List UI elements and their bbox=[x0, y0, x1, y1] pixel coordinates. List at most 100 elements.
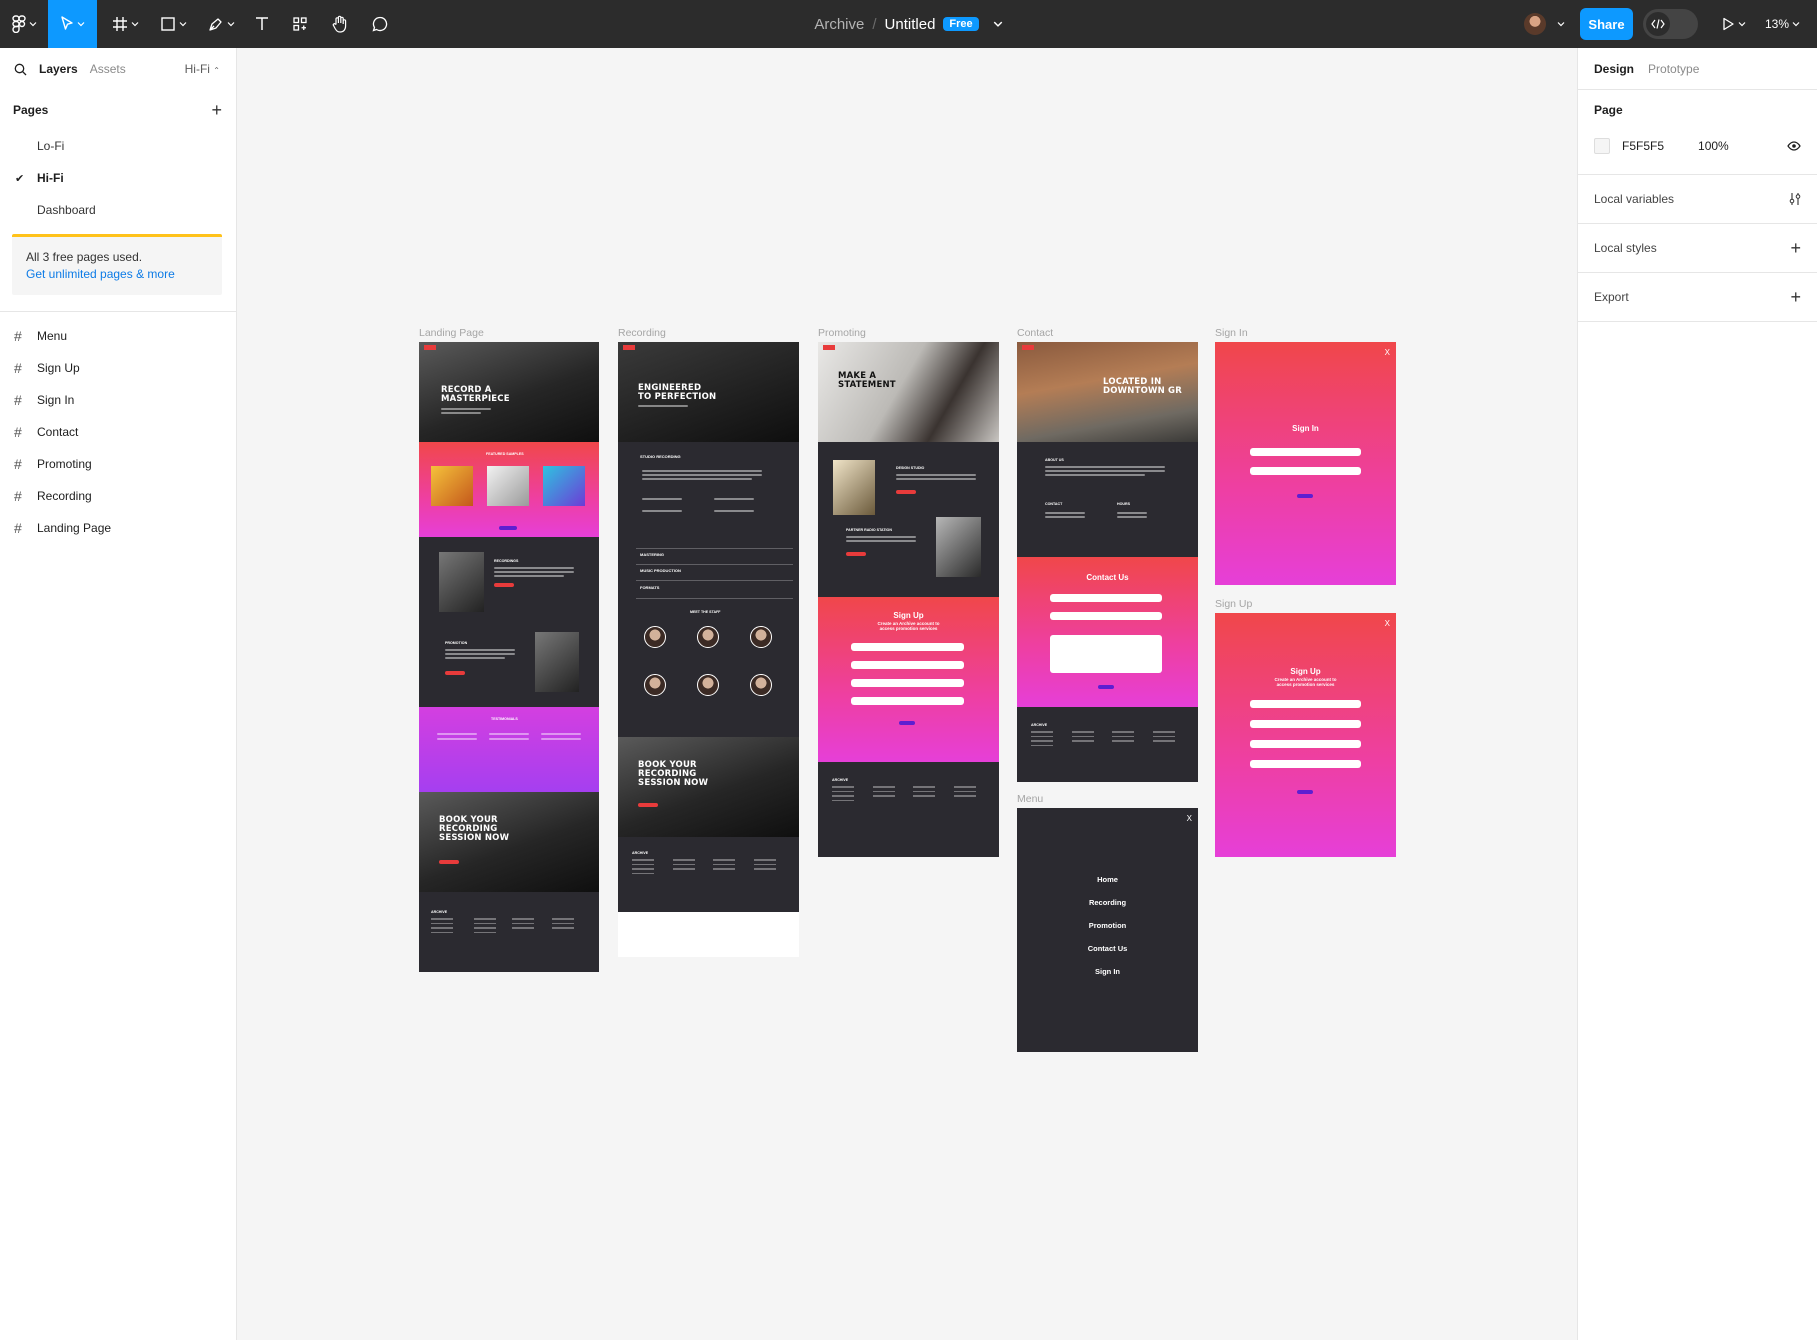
main-menu-button[interactable] bbox=[6, 0, 42, 48]
name-input bbox=[1050, 594, 1162, 602]
tab-layers[interactable]: Layers bbox=[39, 62, 78, 76]
frame-sign-in[interactable]: X Sign In bbox=[1215, 342, 1396, 585]
hero-line: MASTERPIECE bbox=[441, 394, 510, 404]
frame-sign-up[interactable]: X Sign Up Create an Archive account to a… bbox=[1215, 613, 1396, 857]
archive-logo bbox=[823, 345, 835, 350]
confirm-password-input bbox=[1250, 760, 1361, 768]
right-panel: Design Prototype Page F5F5F5 100% Local … bbox=[1577, 48, 1817, 1340]
frame-label-menu[interactable]: Menu bbox=[1017, 793, 1043, 805]
tab-design[interactable]: Design bbox=[1594, 62, 1634, 76]
canvas[interactable]: Landing Page RECORD A MASTERPIECE FEATURE… bbox=[237, 48, 1577, 1340]
zoom-menu[interactable]: 13% bbox=[1765, 0, 1800, 48]
dev-mode-toggle[interactable] bbox=[1643, 9, 1698, 39]
sliders-icon[interactable] bbox=[1789, 192, 1801, 206]
page-label: Hi-Fi bbox=[37, 171, 64, 185]
section-title: CONTACT bbox=[1045, 502, 1063, 506]
section-title: FEATURED SAMPLES bbox=[486, 452, 524, 456]
contact-hero-title: LOCATED IN DOWNTOWN GR bbox=[1103, 378, 1182, 396]
search-icon[interactable] bbox=[14, 63, 27, 76]
frame-menu[interactable]: X Home Recording Promotion Contact Us Si… bbox=[1017, 808, 1198, 1052]
layer-item-recording[interactable]: # Recording bbox=[0, 480, 236, 512]
confirm-password-input bbox=[851, 697, 964, 705]
local-variables-row[interactable]: Local variables bbox=[1594, 175, 1801, 223]
text-placeholder bbox=[1045, 512, 1085, 514]
current-page-selector[interactable]: Hi-Fi ⌃ bbox=[185, 62, 220, 76]
eye-icon[interactable] bbox=[1787, 141, 1801, 151]
layer-item-sign-up[interactable]: # Sign Up bbox=[0, 352, 236, 384]
resources-button[interactable] bbox=[288, 0, 312, 48]
frame-contact[interactable]: LOCATED IN DOWNTOWN GR ABOUT US CONTACT H… bbox=[1017, 342, 1198, 782]
layer-item-menu[interactable]: # Menu bbox=[0, 320, 236, 352]
frame-promoting[interactable]: MAKE A STATEMENT DESIGN STUDIO PARTNER RA… bbox=[818, 342, 999, 857]
signup-submit-button bbox=[1297, 790, 1313, 794]
frame-label-signup[interactable]: Sign Up bbox=[1215, 598, 1252, 610]
pages-list: Lo-Fi ✔ Hi-Fi Dashboard bbox=[0, 130, 236, 226]
pages-header: Pages + bbox=[0, 90, 236, 130]
chevron-down-icon[interactable] bbox=[993, 19, 1003, 29]
add-page-icon[interactable]: + bbox=[211, 101, 222, 119]
local-styles-row[interactable]: Local styles + bbox=[1594, 224, 1801, 272]
layer-item-contact[interactable]: # Contact bbox=[0, 416, 236, 448]
chevron-down-icon[interactable] bbox=[1557, 20, 1565, 28]
section-title: ABOUT US bbox=[1045, 458, 1064, 462]
page-fill-row[interactable]: F5F5F5 100% bbox=[1594, 130, 1801, 162]
frame-label-recording[interactable]: Recording bbox=[618, 327, 666, 339]
frame-icon: # bbox=[14, 392, 22, 408]
signup-subtitle: access promotion services bbox=[879, 626, 938, 631]
staff-avatar bbox=[750, 674, 772, 696]
hand-tool-button[interactable] bbox=[328, 0, 352, 48]
export-row[interactable]: Export + bbox=[1594, 273, 1801, 321]
tab-assets[interactable]: Assets bbox=[90, 62, 126, 76]
top-toolbar: Archive / Untitled Free Share 13% bbox=[0, 0, 1817, 48]
user-avatar[interactable] bbox=[1524, 13, 1546, 35]
file-name[interactable]: Untitled bbox=[885, 16, 936, 33]
layer-item-sign-in[interactable]: # Sign In bbox=[0, 384, 236, 416]
add-export-icon[interactable]: + bbox=[1790, 288, 1801, 306]
frame-tool-button[interactable] bbox=[106, 0, 144, 48]
text-tool-button[interactable] bbox=[250, 0, 274, 48]
page-section-title: Page bbox=[1594, 103, 1623, 117]
text-placeholder bbox=[638, 405, 688, 407]
layer-label: Sign Up bbox=[37, 361, 80, 375]
fill-opacity-value[interactable]: 100% bbox=[1698, 139, 1729, 153]
recording-footer: ARCHIVE bbox=[618, 837, 799, 912]
shape-tool-button[interactable] bbox=[154, 0, 192, 48]
page-item-dashboard[interactable]: Dashboard bbox=[0, 194, 236, 226]
frame-label-contact[interactable]: Contact bbox=[1017, 327, 1053, 339]
text-placeholder bbox=[494, 567, 574, 569]
text-placeholder bbox=[494, 571, 574, 573]
comment-icon bbox=[372, 16, 388, 32]
frame-label-signin[interactable]: Sign In bbox=[1215, 327, 1248, 339]
book-session-section: BOOK YOUR RECORDING SESSION NOW bbox=[419, 792, 599, 892]
frame-landing-page[interactable]: RECORD A MASTERPIECE FEATURED SAMPLES REC… bbox=[419, 342, 599, 972]
layer-item-landing-page[interactable]: # Landing Page bbox=[0, 512, 236, 544]
recordings-image bbox=[439, 552, 484, 612]
staff-avatar bbox=[697, 626, 719, 648]
share-button[interactable]: Share bbox=[1580, 8, 1633, 40]
frame-label-promoting[interactable]: Promoting bbox=[818, 327, 866, 339]
frame-recording[interactable]: ENGINEERED TO PERFECTION STUDIO RECORDING… bbox=[618, 342, 799, 912]
fill-hex-value[interactable]: F5F5F5 bbox=[1622, 139, 1664, 153]
signup-subtitle: access promotion services bbox=[1276, 682, 1335, 687]
email-input bbox=[851, 661, 964, 669]
comment-tool-button[interactable] bbox=[368, 0, 392, 48]
hero-line: TO PERFECTION bbox=[638, 392, 717, 402]
frame-label-landing[interactable]: Landing Page bbox=[419, 327, 484, 339]
password-input bbox=[1250, 467, 1361, 475]
book-session-title: BOOK YOUR RECORDING SESSION NOW bbox=[638, 761, 708, 788]
tab-prototype[interactable]: Prototype bbox=[1648, 62, 1699, 76]
add-style-icon[interactable]: + bbox=[1790, 239, 1801, 257]
password-input bbox=[1250, 740, 1361, 748]
color-swatch[interactable] bbox=[1594, 138, 1610, 154]
upgrade-link[interactable]: Get unlimited pages & more bbox=[26, 266, 208, 283]
pen-tool-button[interactable] bbox=[202, 0, 240, 48]
page-item-lofi[interactable]: Lo-Fi bbox=[0, 130, 236, 162]
present-button[interactable] bbox=[1716, 0, 1750, 48]
move-tool-button[interactable] bbox=[48, 0, 97, 48]
text-placeholder bbox=[541, 738, 581, 740]
text-placeholder bbox=[437, 733, 477, 735]
page-item-hifi[interactable]: ✔ Hi-Fi bbox=[0, 162, 236, 194]
landing-hero: RECORD A MASTERPIECE bbox=[419, 342, 599, 442]
project-breadcrumb[interactable]: Archive bbox=[814, 16, 864, 33]
layer-item-promoting[interactable]: # Promoting bbox=[0, 448, 236, 480]
